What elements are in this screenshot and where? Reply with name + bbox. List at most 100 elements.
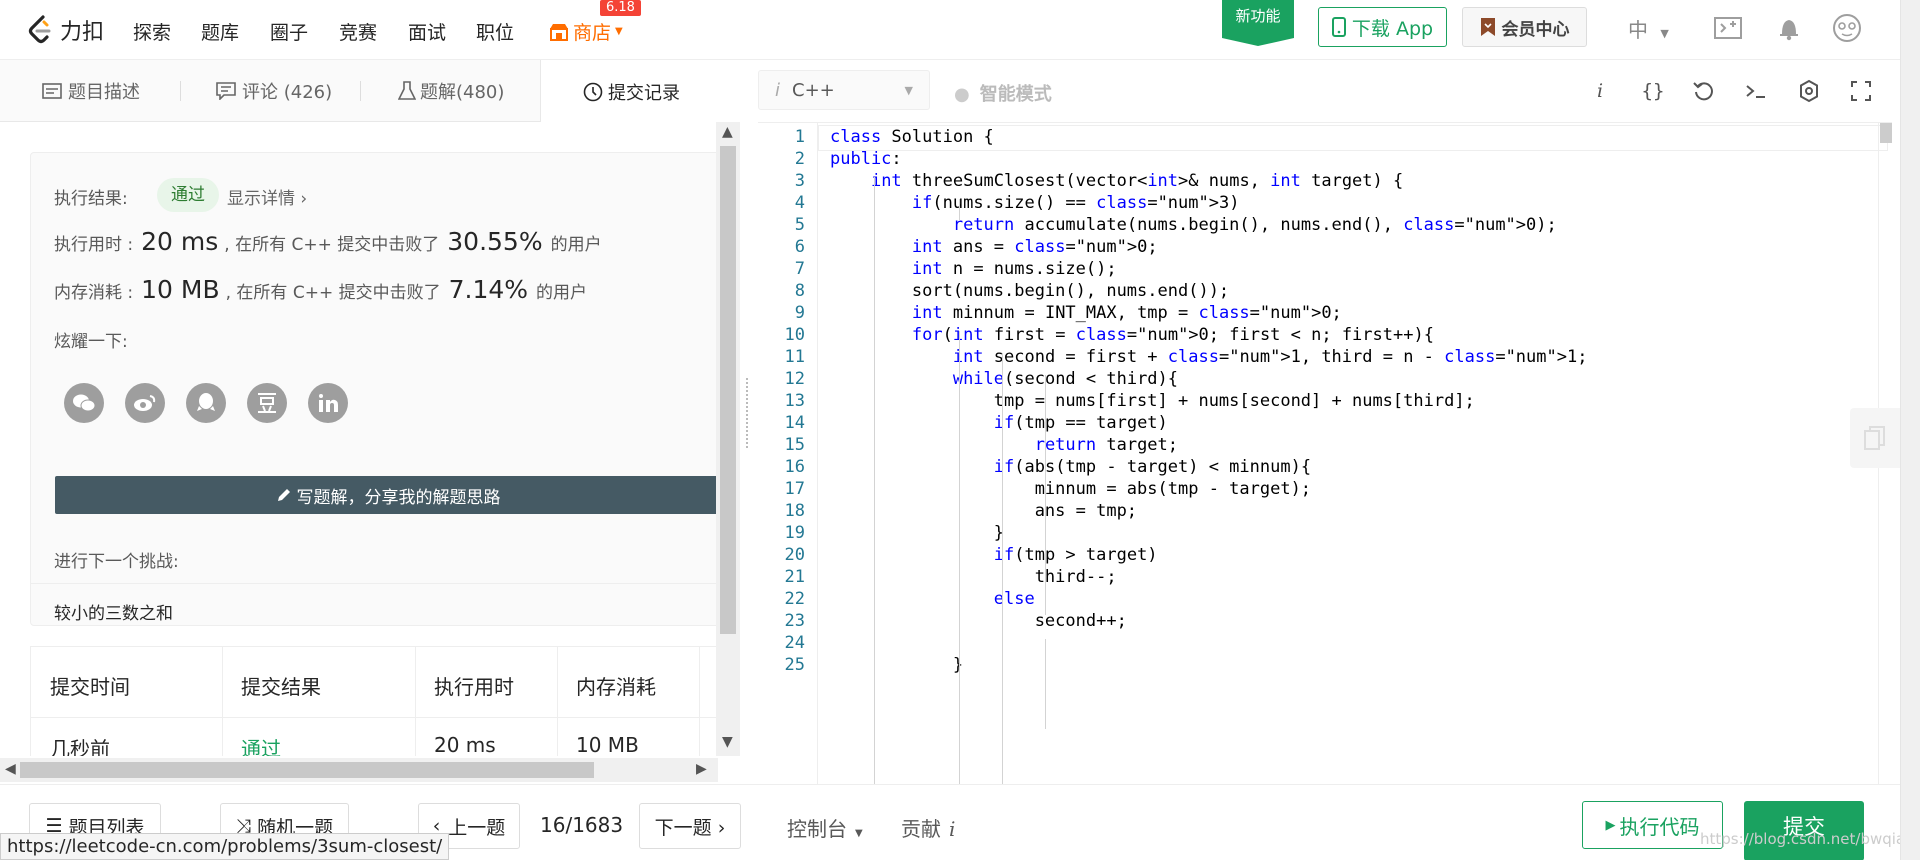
code-line[interactable]: ans = tmp; — [830, 501, 1137, 521]
nav-circle[interactable]: 圈子 — [270, 18, 308, 45]
store-label: 商店 — [573, 22, 612, 44]
divider — [31, 583, 718, 584]
line-number: 10 — [784, 325, 805, 345]
page-scrollbar[interactable] — [1900, 0, 1920, 860]
exec-result-label: 执行结果: — [54, 189, 128, 209]
code-line[interactable]: sort(nums.begin(), nums.end()); — [830, 281, 1229, 301]
code-editor[interactable]: 1 2 3 4 5 6 7 8 9 10 11 12 13 14 15 16 17 18 19 20 21 22 23 24 2… — [758, 122, 1892, 784]
code-braces-icon[interactable]: {} — [1640, 78, 1666, 104]
code-line[interactable]: int n = nums.size(); — [830, 259, 1117, 279]
nav-contest[interactable]: 竞赛 — [339, 18, 377, 45]
scroll-up-icon[interactable]: ▲ — [722, 124, 733, 140]
scroll-left-icon[interactable]: ◀ — [5, 761, 16, 777]
scroll-down-icon[interactable]: ▼ — [722, 734, 733, 750]
indent-guide — [959, 199, 960, 221]
submission-result[interactable]: 通过 — [241, 733, 281, 756]
indent-guide — [1045, 639, 1046, 729]
status-badge: 通过 — [157, 178, 219, 212]
row-divider — [31, 717, 718, 718]
next-problem-link[interactable]: 较小的三数之和 — [54, 599, 173, 624]
language-dropdown-label: C++ — [792, 79, 835, 101]
code-line[interactable]: while(second < third){ — [830, 369, 1178, 389]
scrollbar-thumb[interactable] — [1880, 123, 1892, 143]
tab-submissions[interactable]: 提交记录 — [540, 60, 718, 123]
wechat-icon[interactable] — [64, 383, 104, 423]
contribute-link[interactable]: 贡献 i — [901, 813, 955, 842]
code-line[interactable]: return target; — [830, 435, 1178, 455]
code-line[interactable]: tmp = nums[first] + nums[second] + nums[… — [830, 391, 1475, 411]
memory-beat-text: , 在所有 C++ 提交中击败了 — [225, 283, 441, 303]
settings-icon[interactable] — [1796, 78, 1822, 104]
store-icon — [550, 23, 568, 41]
tab-divider — [180, 81, 181, 101]
terminal-icon[interactable] — [1743, 78, 1769, 104]
reset-icon[interactable] — [1691, 78, 1717, 104]
smart-mode-label: 智能模式 — [979, 84, 1052, 105]
tab-solutions[interactable]: 题解(480) — [398, 60, 504, 122]
info-icon: i — [949, 817, 956, 841]
nav-interview[interactable]: 面试 — [408, 18, 446, 45]
chevron-down-icon: ▼ — [615, 26, 623, 37]
language-label: 中 — [1628, 18, 1648, 42]
top-nav: 力扣 探索 题库 圈子 竞赛 面试 职位 商店 ▼ 6.18 新功能 下载 Ap… — [0, 0, 1920, 60]
code-line[interactable]: int second = first + class="num">1, thir… — [830, 347, 1588, 367]
code-line[interactable]: int ans = class="num">0; — [830, 237, 1158, 257]
code-line[interactable]: third--; — [830, 567, 1117, 587]
code-line[interactable]: if(tmp > target) — [830, 545, 1158, 565]
code-line[interactable]: int minnum = INT_MAX, tmp = class="num">… — [830, 303, 1342, 323]
show-details-link[interactable]: 显示详情 › — [227, 184, 307, 209]
scrollbar-thumb[interactable] — [20, 762, 594, 778]
code-line[interactable]: if(tmp == target) — [830, 413, 1168, 433]
language-dropdown[interactable]: i C++ ▼ — [758, 70, 930, 110]
bell-icon[interactable] — [1774, 13, 1804, 43]
code-line[interactable]: if(abs(tmp - target) < minnum){ — [830, 457, 1311, 477]
code-line[interactable]: return accumulate(nums.begin(), nums.end… — [830, 215, 1557, 235]
code-line[interactable]: } — [830, 655, 963, 675]
linkedin-icon[interactable] — [308, 383, 348, 423]
nav-store[interactable]: 商店 ▼ — [549, 18, 623, 45]
code-line[interactable]: } — [830, 523, 1004, 543]
douban-icon[interactable] — [247, 383, 287, 423]
weibo-icon[interactable] — [125, 383, 165, 423]
code-line[interactable]: else — [830, 589, 1035, 609]
table-header: 执行用时 — [434, 675, 514, 699]
language-select[interactable]: 中 ▼ — [1628, 14, 1669, 43]
indent-guide — [959, 331, 960, 784]
fullscreen-icon[interactable] — [1848, 78, 1874, 104]
nav-jobs[interactable]: 职位 — [476, 18, 514, 45]
left-vertical-scrollbar[interactable]: ▲ ▼ — [716, 122, 740, 756]
side-widget-tab[interactable] — [1850, 408, 1900, 468]
memory-users-suffix: 的用户 — [536, 283, 588, 303]
tab-comments[interactable]: 评论 (426) — [216, 60, 332, 122]
new-feature-ribbon[interactable]: 新功能 — [1222, 0, 1294, 46]
line-number: 8 — [794, 281, 805, 301]
qq-icon[interactable] — [186, 383, 226, 423]
editor-toolbar: i C++ ▼ ● 智能模式 i {} — [742, 60, 1900, 122]
console-toggle[interactable]: 控制台 ▼ — [787, 813, 863, 842]
nav-explore[interactable]: 探索 — [133, 18, 171, 45]
line-number: 25 — [784, 655, 805, 675]
code-line[interactable]: if(nums.size() == class="num">3) — [830, 193, 1240, 213]
tab-description[interactable]: 题目描述 — [42, 60, 140, 122]
smart-mode-toggle[interactable]: ● 智能模式 — [954, 80, 1052, 106]
playground-icon[interactable] — [1713, 13, 1743, 43]
logo[interactable]: 力扣 — [28, 14, 104, 46]
scroll-right-icon[interactable]: ▶ — [696, 761, 707, 777]
next-problem-button[interactable]: 下一题 › — [639, 803, 741, 849]
code-line[interactable]: for(int first = class="num">0; first < n… — [830, 325, 1434, 345]
avatar[interactable] — [1832, 13, 1862, 43]
code-line[interactable]: minnum = abs(tmp - target); — [830, 479, 1311, 499]
download-app-button[interactable]: 下载 App — [1318, 7, 1447, 47]
scrollbar-thumb[interactable] — [720, 146, 736, 634]
info-icon[interactable]: i — [1587, 78, 1613, 104]
code-line[interactable]: class Solution { — [830, 127, 994, 147]
panel-splitter-handle[interactable] — [746, 378, 750, 448]
write-solution-button[interactable]: 写题解，分享我的解题思路 — [55, 476, 718, 514]
code-line[interactable]: int threeSumClosest(vector<int>& nums, i… — [830, 171, 1403, 191]
tab-description-label: 题目描述 — [68, 82, 140, 103]
nav-problemset[interactable]: 题库 — [201, 18, 239, 45]
vip-center-button[interactable]: 会员中心 — [1462, 7, 1587, 47]
left-horizontal-scrollbar[interactable]: ◀ ▶ — [0, 758, 718, 782]
code-line[interactable]: public: — [830, 149, 902, 169]
table-header: 内存消耗 — [576, 675, 656, 699]
